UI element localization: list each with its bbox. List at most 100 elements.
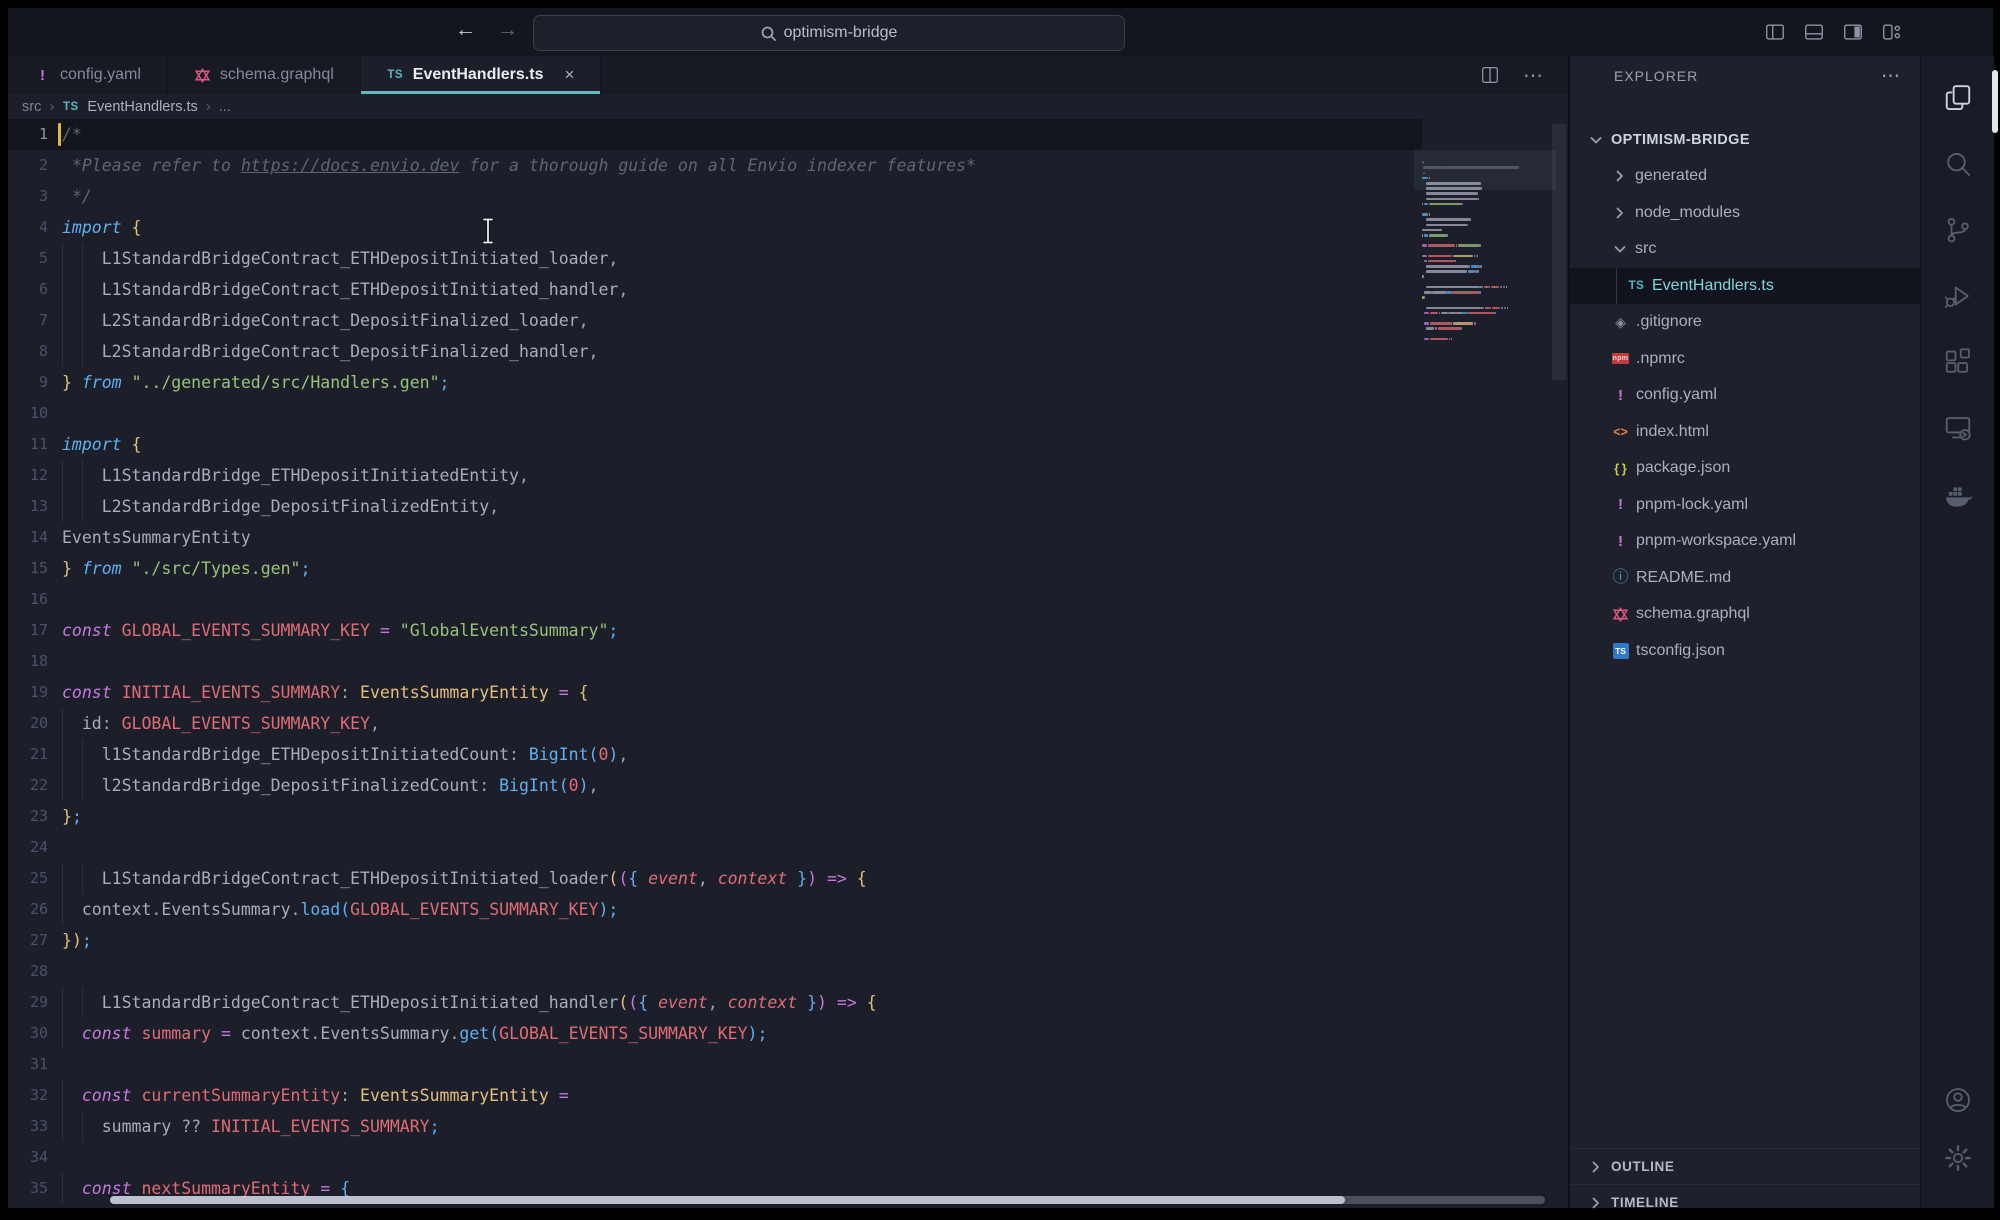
code-line[interactable]: 7 L2StandardBridgeContract_DepositFinali… (8, 305, 1422, 336)
settings-icon[interactable] (1921, 1132, 1994, 1184)
command-center-search[interactable]: optimism-bridge (533, 15, 1125, 51)
code-line[interactable]: 15} from "./src/Types.gen"; (8, 553, 1422, 584)
breadcrumb-item-[interactable]: ... (219, 99, 231, 115)
tree-item-package-json[interactable]: { }package.json (1570, 450, 1922, 487)
tree-item-label: generated (1635, 167, 1707, 185)
navigate-back-icon[interactable]: ← (455, 18, 476, 42)
tree-item-pnpm-lock-yaml[interactable]: !pnpm-lock.yaml (1570, 487, 1922, 524)
code-line[interactable]: 30 const summary = context.EventsSummary… (8, 1018, 1422, 1049)
tab-eventhandlers-ts[interactable]: TSEventHandlers.ts× (361, 56, 602, 94)
code-line[interactable]: 6 L1StandardBridgeContract_ETHDepositIni… (8, 274, 1422, 305)
breadcrumb-item-src[interactable]: src (22, 99, 41, 115)
code-line[interactable]: 5 L1StandardBridgeContract_ETHDepositIni… (8, 243, 1422, 274)
minimap-token (1495, 312, 1496, 315)
code-line[interactable]: 22 l2StandardBridge_DepositFinalizedCoun… (8, 770, 1422, 801)
code-line[interactable]: 4import { (8, 212, 1422, 243)
code-line[interactable]: 18 (8, 646, 1422, 677)
code-line[interactable]: 11import { (8, 429, 1422, 460)
code-line[interactable]: 33 summary ?? INITIAL_EVENTS_SUMMARY; (8, 1111, 1422, 1142)
tree-item-config-yaml[interactable]: !config.yaml (1570, 377, 1922, 414)
search-icon[interactable] (1921, 138, 1994, 190)
source-control-icon[interactable] (1921, 204, 1994, 256)
breadcrumb[interactable]: src›TSEventHandlers.ts›... (8, 94, 1582, 119)
minimap[interactable] (1422, 160, 1548, 342)
tree-item-label: node_modules (1635, 204, 1740, 222)
minimap-token (1426, 192, 1476, 195)
code-line[interactable]: 2 *Please refer to https://docs.envio.de… (8, 150, 1422, 181)
customize-layout-icon[interactable] (1881, 21, 1903, 43)
more-actions-icon[interactable]: ⋯ (1523, 63, 1544, 88)
tree-item-node-modules[interactable]: node_modules (1570, 195, 1922, 232)
code-line[interactable]: 24 (8, 832, 1422, 863)
code-line[interactable]: 17const GLOBAL_EVENTS_SUMMARY_KEY = "Glo… (8, 615, 1422, 646)
code-line[interactable]: 21 l1StandardBridge_ETHDepositInitiatedC… (8, 739, 1422, 770)
tree-item-generated[interactable]: generated (1570, 158, 1922, 195)
code-line[interactable]: 14EventsSummaryEntity (8, 522, 1422, 553)
code-line[interactable]: 29 L1StandardBridgeContract_ETHDepositIn… (8, 987, 1422, 1018)
remote-explorer-icon[interactable] (1921, 402, 1994, 454)
tree-item-npmrc[interactable]: npm.npmrc (1570, 341, 1922, 378)
code-line[interactable]: 26 context.EventsSummary.load(GLOBAL_EVE… (8, 894, 1422, 925)
tree-item-src[interactable]: src (1570, 231, 1922, 268)
code-line[interactable]: 23}; (8, 801, 1422, 832)
code-line[interactable]: 12 L1StandardBridge_ETHDepositInitiatedE… (8, 460, 1422, 491)
toggle-panel-left-icon[interactable] (1764, 21, 1786, 43)
account-icon[interactable] (1921, 1074, 1994, 1126)
split-editor-icon[interactable] (1479, 64, 1501, 86)
tab-schema-graphql[interactable]: schema.graphql (168, 56, 361, 94)
outline-section[interactable]: OUTLINE (1570, 1148, 1922, 1184)
code-line[interactable]: 8 L2StandardBridgeContract_DepositFinali… (8, 336, 1422, 367)
explorer-icon[interactable] (1921, 72, 1994, 124)
minimap-token (1481, 265, 1482, 268)
code-line[interactable]: 27}); (8, 925, 1422, 956)
minimap-token (1480, 182, 1481, 185)
close-tab-icon[interactable]: × (564, 65, 574, 85)
code-line-text: import { (62, 212, 141, 243)
code-line-text: }); (62, 925, 92, 956)
code-line[interactable]: 9} from "../generated/src/Handlers.gen"; (8, 367, 1422, 398)
chevron-right-icon (1612, 168, 1628, 184)
breadcrumb-item-eventhandlers-ts[interactable]: EventHandlers.ts (87, 99, 197, 115)
tree-item-gitignore[interactable]: ◈.gitignore (1570, 304, 1922, 341)
code-line[interactable]: 20 id: GLOBAL_EVENTS_SUMMARY_KEY, (8, 708, 1422, 739)
minimap-line (1422, 336, 1548, 341)
tree-item-pnpm-workspace-yaml[interactable]: !pnpm-workspace.yaml (1570, 523, 1922, 560)
code-line[interactable]: 34 (8, 1142, 1422, 1173)
code-line[interactable]: 32 const currentSummaryEntity: EventsSum… (8, 1080, 1422, 1111)
tree-item-schema-graphql[interactable]: schema.graphql (1570, 596, 1922, 633)
code-line[interactable]: 28 (8, 956, 1422, 987)
line-number: 6 (8, 274, 48, 305)
run-and-debug-icon[interactable] (1921, 270, 1994, 322)
line-number: 27 (8, 925, 48, 956)
minimap-token (1432, 291, 1446, 294)
tree-item-eventhandlers-ts[interactable]: TSEventHandlers.ts (1570, 268, 1922, 305)
toggle-panel-bottom-icon[interactable] (1803, 21, 1825, 43)
minimap-token (1428, 255, 1451, 258)
tree-item-index-html[interactable]: <>index.html (1570, 414, 1922, 451)
code-line[interactable]: 1/* (8, 119, 1422, 150)
toggle-panel-right-icon[interactable] (1842, 21, 1864, 43)
tree-item-tsconfig-json[interactable]: TStsconfig.json (1570, 633, 1922, 670)
code-line[interactable]: 31 (8, 1049, 1422, 1080)
tree-item-label: EventHandlers.ts (1652, 277, 1774, 295)
sidebar-more-actions-icon[interactable]: ⋯ (1881, 65, 1900, 88)
code-line[interactable]: 3 */ (8, 181, 1422, 212)
tab-config-yaml[interactable]: !config.yaml (8, 56, 168, 94)
code-line[interactable]: 13 L2StandardBridge_DepositFinalizedEnti… (8, 491, 1422, 522)
minimap-token (1441, 312, 1448, 315)
tree-item-readme-md[interactable]: ⓘREADME.md (1570, 560, 1922, 597)
code-line[interactable]: 19const INITIAL_EVENTS_SUMMARY: EventsSu… (8, 677, 1422, 708)
video-scrubber[interactable] (110, 1196, 1545, 1204)
tree-root-optimism-bridge[interactable]: OPTIMISM-BRIDGE (1570, 122, 1922, 158)
code-line-text: L2StandardBridge_DepositFinalizedEntity, (62, 491, 499, 522)
code-line[interactable]: 16 (8, 584, 1422, 615)
minimap-token (1429, 177, 1430, 180)
code-line[interactable]: 10 (8, 398, 1422, 429)
vertical-scrollbar[interactable] (1552, 124, 1566, 380)
extensions-icon[interactable] (1921, 336, 1994, 388)
code-line[interactable]: 25 L1StandardBridgeContract_ETHDepositIn… (8, 863, 1422, 894)
navigate-forward-icon[interactable]: → (497, 18, 518, 42)
code-editor[interactable]: 1/*2 *Please refer to https://docs.envio… (8, 119, 1568, 1208)
docker-icon[interactable] (1921, 468, 1994, 520)
minimap-token (1506, 286, 1507, 289)
